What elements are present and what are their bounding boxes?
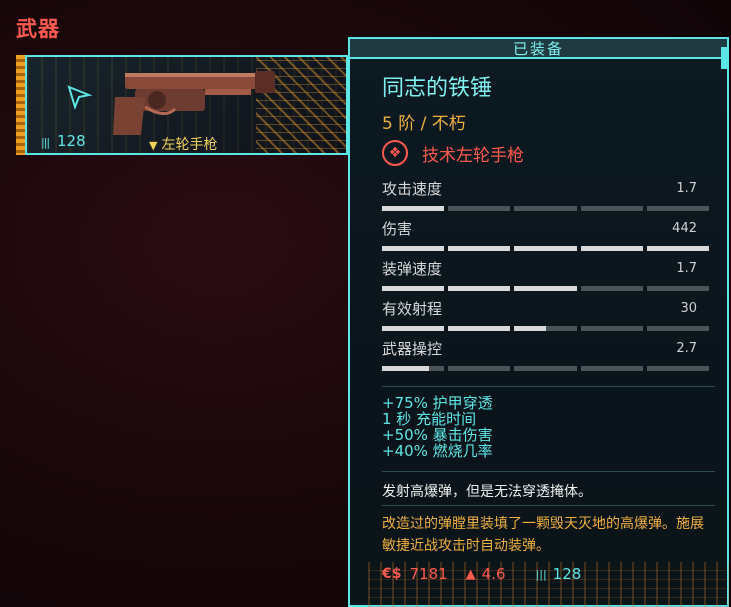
stat-bar-fill — [382, 246, 445, 251]
stat-row: 有效射程 30 — [382, 298, 710, 338]
divider — [382, 386, 715, 387]
revolver-type-icon: ▼ — [149, 139, 158, 152]
stat-bar-fill — [382, 206, 445, 211]
stat-bar — [382, 246, 710, 251]
stat-bar-segment — [646, 366, 710, 371]
stat-bar-fill — [646, 246, 710, 251]
stat-bar-segment — [514, 206, 577, 211]
stat-bar-segment — [580, 206, 643, 211]
tech-weapon-icon: ❖ — [382, 140, 408, 166]
stat-bar-fill — [382, 366, 429, 371]
weapon-effect: 发射高爆弹，但是无法穿透掩体。 — [382, 484, 592, 500]
stat-bar-segment — [580, 286, 643, 291]
revolver-image — [113, 71, 275, 135]
weapon-slot[interactable]: ||| 128 ▼ 左轮手枪 — [16, 55, 348, 155]
weapon-name: 同志的铁锤 — [382, 76, 493, 101]
weapon-tier: 5 阶 / 不朽 — [382, 114, 466, 134]
stat-bar-fill — [448, 246, 511, 251]
mod-list: +75% 护甲穿透 1 秒 充能时间 +50% 暴击伤害 +40% 燃烧几率 — [382, 395, 493, 459]
eurodollar-icon: €$ — [382, 566, 402, 582]
stat-label: 装弹速度 — [382, 260, 443, 278]
stat-bar-fill — [448, 286, 511, 291]
stat-value: 1.7 — [676, 261, 697, 276]
weapon-type-label: 左轮手枪 — [161, 137, 218, 153]
flavor-text: 改造过的弹膛里装填了一颗毁天灭地的高爆弹。施展敏捷近战攻击时自动装弹。 — [382, 516, 704, 554]
stat-bar-segment — [448, 246, 511, 251]
stats-list: 攻击速度 1.7 伤害 442 装弹速度 1.7 有效射程 30 武器操控 2.… — [382, 178, 710, 378]
mod-line: +75% 护甲穿透 — [382, 394, 493, 412]
item-price: 7181 — [409, 565, 448, 583]
stat-bar-segment — [448, 366, 511, 371]
stat-row: 装弹速度 1.7 — [382, 258, 710, 298]
stat-label: 伤害 — [382, 220, 413, 238]
ammo-icon: ||| — [535, 567, 547, 581]
stat-bar — [382, 286, 710, 291]
stat-bar-fill — [448, 326, 511, 331]
stat-bar-segment — [580, 246, 643, 251]
section-title: 武器 — [16, 17, 60, 41]
stat-bar-fill — [382, 326, 445, 331]
item-tooltip: 已装备 同志的铁锤 5 阶 / 不朽 ❖ 技术左轮手枪 攻击速度 1.7 伤害 … — [348, 37, 729, 607]
item-ammo: 128 — [552, 565, 582, 583]
item-weight: 4.6 — [481, 565, 506, 583]
weapon-class-label: 技术左轮手枪 — [422, 145, 524, 166]
stat-label: 攻击速度 — [382, 180, 443, 198]
stat-bar-segment — [448, 206, 511, 211]
mod-line: +50% 暴击伤害 — [382, 426, 493, 444]
stat-bar-segment — [382, 246, 445, 251]
stat-bar-segment — [646, 206, 710, 211]
stat-value: 1.7 — [676, 181, 697, 196]
stat-bar-fill — [382, 286, 445, 291]
stat-bar — [382, 326, 710, 331]
mod-line: 1 秒 充能时间 — [382, 410, 477, 428]
stat-bar-segment — [382, 206, 445, 211]
stat-bar-segment — [580, 326, 643, 331]
stat-bar-segment — [646, 246, 710, 251]
stat-bar-segment — [646, 326, 710, 331]
stat-row: 攻击速度 1.7 — [382, 178, 710, 218]
ammo-icon: ||| — [41, 136, 50, 149]
cursor-arrow-icon — [67, 85, 93, 111]
item-footer: €$ 7181 ▲ 4.6 ||| 128 — [382, 565, 581, 583]
stat-bar — [382, 206, 710, 211]
stat-bar-fill — [514, 246, 577, 251]
stat-value: 2.7 — [676, 341, 697, 356]
stat-bar-segment — [448, 326, 511, 331]
stat-bar-segment — [514, 366, 577, 371]
ammo-count: 128 — [57, 132, 86, 150]
stat-row: 伤害 442 — [382, 218, 710, 258]
stat-bar-segment — [382, 326, 445, 331]
stat-bar-segment — [514, 286, 577, 291]
stat-row: 武器操控 2.7 — [382, 338, 710, 378]
stat-bar-segment — [514, 326, 577, 331]
weapon-type: ▼ 左轮手枪 — [149, 134, 218, 153]
weapon-class: ❖ 技术左轮手枪 — [382, 139, 524, 167]
header-accent — [721, 47, 729, 69]
stat-label: 武器操控 — [382, 340, 443, 358]
stat-bar-fill — [514, 326, 546, 331]
weapon-slot-frame[interactable]: ||| 128 ▼ 左轮手枪 — [25, 55, 348, 155]
stat-bar-segment — [514, 246, 577, 251]
divider — [382, 471, 715, 472]
stat-bar-fill — [514, 286, 577, 291]
stat-bar-segment — [580, 366, 643, 371]
equipped-header: 已装备 — [350, 39, 727, 59]
divider — [382, 505, 715, 506]
stat-value: 30 — [680, 301, 697, 316]
stat-label: 有效射程 — [382, 300, 443, 318]
stat-bar — [382, 366, 710, 371]
slot-equipped-tab — [16, 55, 25, 155]
stat-bar-fill — [580, 246, 643, 251]
stat-value: 442 — [672, 221, 697, 236]
stat-bar-segment — [646, 286, 710, 291]
mod-line: +40% 燃烧几率 — [382, 442, 493, 460]
weight-icon: ▲ — [465, 566, 476, 582]
stat-bar-segment — [382, 286, 445, 291]
stat-bar-segment — [382, 366, 445, 371]
stat-bar-segment — [448, 286, 511, 291]
